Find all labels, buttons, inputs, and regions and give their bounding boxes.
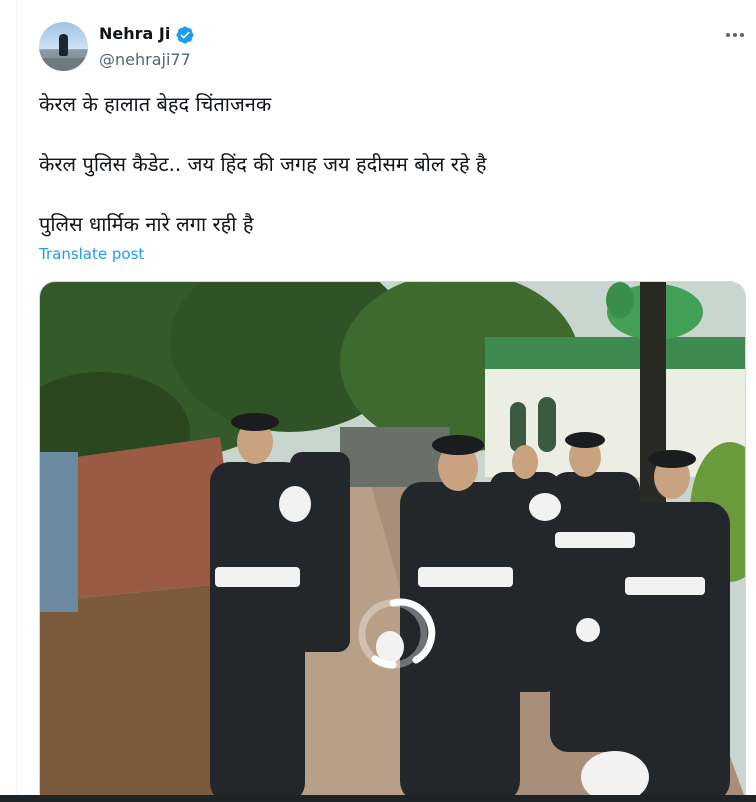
more-dot-icon: [733, 33, 737, 37]
tweet-text-line-2: केरल पुलिस कैडेट.. जय हिंद की जगह जय हदी…: [39, 152, 487, 176]
avatar[interactable]: [39, 22, 88, 71]
video-player[interactable]: [39, 281, 746, 802]
verified-badge-icon[interactable]: [175, 25, 195, 45]
tweet-text-line-3: पुलिस धार्मिक नारे लगा रही है: [39, 212, 254, 236]
more-dot-icon: [726, 33, 730, 37]
video-frame: [40, 282, 745, 802]
avatar-figure: [59, 34, 68, 56]
translate-post-link[interactable]: Translate post: [39, 245, 144, 263]
timeline-border: [16, 0, 17, 802]
tweet-text-line-1: केरल के हालात बेहद चिंताजनक: [39, 92, 272, 116]
author-display-name[interactable]: Nehra Ji: [99, 24, 170, 43]
more-dot-icon: [740, 33, 744, 37]
more-options-button[interactable]: [723, 23, 747, 47]
window-bottom-edge: [0, 795, 756, 802]
author-handle[interactable]: @nehraji77: [99, 50, 191, 69]
avatar-ground: [39, 58, 88, 71]
